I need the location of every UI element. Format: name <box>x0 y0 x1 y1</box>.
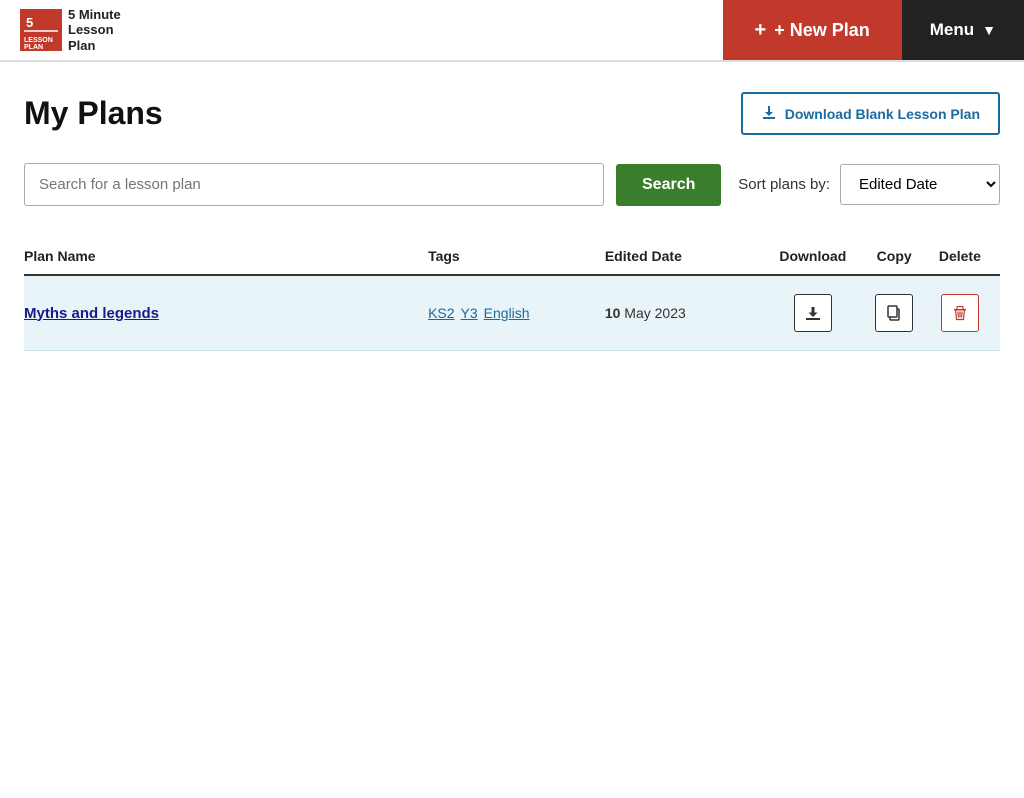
delete-plan-icon <box>951 304 969 322</box>
search-row: Search Sort plans by: Edited Date Plan N… <box>24 163 1000 206</box>
search-button[interactable]: Search <box>616 164 721 206</box>
sort-row: Sort plans by: Edited Date Plan Name Cre… <box>738 164 1000 205</box>
tag-link[interactable]: Y3 <box>461 305 478 321</box>
page-title: My Plans <box>24 95 163 132</box>
logo-icon: 5 LESSON PLAN <box>20 9 62 51</box>
delete-cell <box>932 275 1000 351</box>
download-blank-button[interactable]: Download Blank Lesson Plan <box>741 92 1000 135</box>
sort-label: Sort plans by: <box>738 176 830 193</box>
main-content: My Plans Download Blank Lesson Plan Sear… <box>0 62 1024 381</box>
svg-text:5: 5 <box>26 15 33 30</box>
copy-cell <box>869 275 932 351</box>
col-header-copy: Copy <box>869 238 932 275</box>
svg-text:PLAN: PLAN <box>24 44 43 51</box>
download-cell <box>769 275 869 351</box>
download-plan-button[interactable] <box>794 294 832 332</box>
svg-text:LESSON: LESSON <box>24 37 53 44</box>
col-header-plan-name: Plan Name <box>24 238 428 275</box>
plans-table: Plan Name Tags Edited Date Download Copy… <box>24 238 1000 351</box>
search-input[interactable] <box>24 163 604 206</box>
delete-plan-button[interactable] <box>941 294 979 332</box>
tag-link[interactable]: KS2 <box>428 305 454 321</box>
plan-name-link[interactable]: Myths and legends <box>24 305 159 322</box>
sort-select[interactable]: Edited Date Plan Name Created Date <box>840 164 1000 205</box>
logo-area: 5 LESSON PLAN 5 Minute Lesson Plan <box>0 0 723 60</box>
new-plan-icon: + <box>755 19 767 42</box>
logo: 5 LESSON PLAN 5 Minute Lesson Plan <box>20 7 121 54</box>
copy-plan-button[interactable] <box>875 294 913 332</box>
copy-plan-icon <box>885 304 903 322</box>
tag-link[interactable]: English <box>484 305 530 321</box>
col-header-download: Download <box>769 238 869 275</box>
new-plan-label: + New Plan <box>774 20 870 41</box>
logo-text: 5 Minute Lesson Plan <box>68 7 121 54</box>
col-header-tags: Tags <box>428 238 605 275</box>
tags-cell: KS2 Y3 English <box>428 275 605 351</box>
table-row: Myths and legends KS2 Y3 English 10 May 2023 <box>24 275 1000 351</box>
download-blank-label: Download Blank Lesson Plan <box>785 106 980 122</box>
new-plan-button[interactable]: + + New Plan <box>723 0 902 60</box>
col-header-edited-date: Edited Date <box>605 238 769 275</box>
download-plan-icon <box>804 304 822 322</box>
download-icon <box>761 104 777 123</box>
menu-label: Menu <box>930 20 974 40</box>
page-title-row: My Plans Download Blank Lesson Plan <box>24 92 1000 135</box>
table-header-row: Plan Name Tags Edited Date Download Copy… <box>24 238 1000 275</box>
search-button-label: Search <box>642 176 695 193</box>
header: 5 LESSON PLAN 5 Minute Lesson Plan + + N… <box>0 0 1024 62</box>
edited-date-cell: 10 May 2023 <box>605 275 769 351</box>
chevron-down-icon: ▼ <box>982 22 996 38</box>
menu-button[interactable]: Menu ▼ <box>902 0 1024 60</box>
col-header-delete: Delete <box>932 238 1000 275</box>
